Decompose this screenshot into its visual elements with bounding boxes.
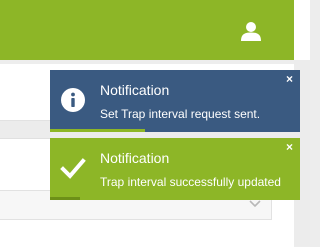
progress-bar (50, 129, 145, 132)
top-navbar (0, 0, 294, 60)
close-button[interactable]: × (286, 73, 293, 85)
notification-title: Notification (100, 82, 170, 98)
chevron-down-icon[interactable] (248, 199, 262, 209)
progress-bar (50, 197, 80, 200)
notification-message: Set Trap interval request sent. (100, 107, 261, 121)
check-icon (60, 158, 86, 179)
user-icon[interactable] (240, 21, 262, 41)
info-icon (61, 88, 85, 112)
notification-info[interactable]: Notification Set Trap interval request s… (50, 70, 300, 132)
notification-title: Notification (100, 150, 170, 166)
close-button[interactable]: × (286, 141, 293, 153)
notification-message: Trap interval successfully updated (100, 175, 281, 189)
topbar-edge (294, 0, 310, 60)
notification-success[interactable]: Notification Trap interval successfully … (50, 138, 300, 200)
